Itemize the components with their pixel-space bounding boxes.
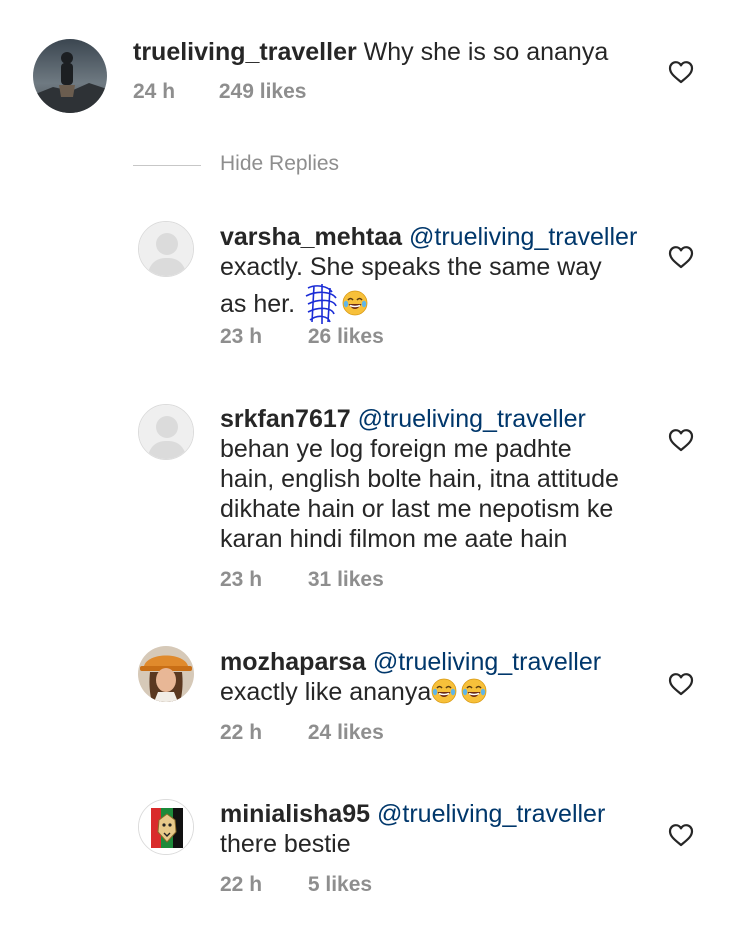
reply-likes[interactable]: 5 likes (308, 873, 372, 897)
divider (133, 165, 201, 166)
default-avatar-icon (139, 405, 193, 459)
avatar[interactable] (138, 221, 194, 277)
heart-outline-icon[interactable] (668, 672, 694, 696)
avatar[interactable] (138, 799, 194, 855)
reply-timestamp: 22 h (220, 873, 263, 896)
hide-replies-label[interactable]: Hide Replies (220, 152, 339, 176)
face-with-tears-of-joy-icon (431, 678, 457, 704)
reply-text-line: karan hindi filmon me aate hain (220, 525, 568, 553)
face-with-tears-of-joy-icon (461, 678, 487, 704)
heart-outline-icon[interactable] (668, 428, 694, 452)
reply-likes[interactable]: 24 likes (308, 721, 384, 745)
lion-logo-icon (139, 800, 193, 854)
reply-timestamp: 22 h (220, 721, 263, 744)
comment-text: Why she is so ananya (363, 38, 609, 66)
heart-outline-icon[interactable] (668, 245, 694, 269)
avatar[interactable] (138, 646, 194, 702)
reply-likes[interactable]: 31 likes (308, 568, 384, 592)
reply-text: there bestie (220, 830, 351, 858)
reply-timestamp: 23 h (220, 568, 263, 591)
comment-timestamp: 24 h (133, 80, 176, 103)
reply-text-line: exactly. She speaks the same way (220, 253, 602, 281)
reply-text-line: hain, english bolte hain, itna attitude (220, 465, 619, 493)
reply-text: exactly like ananya (220, 678, 432, 706)
reply-username[interactable]: varsha_mehtaa (220, 223, 402, 251)
avatar[interactable] (33, 39, 107, 113)
heart-outline-icon[interactable] (668, 823, 694, 847)
reply-text-line: as her. (220, 290, 296, 318)
comment-likes[interactable]: 249 likes (219, 80, 307, 104)
reply-username[interactable]: srkfan7617 (220, 405, 351, 433)
reply-username[interactable]: minialisha95 (220, 800, 370, 828)
avatar[interactable] (138, 404, 194, 460)
reply-mention[interactable]: @trueliving_traveller (373, 648, 601, 676)
reply-mention[interactable]: @trueliving_traveller (409, 223, 637, 251)
reply-mention[interactable]: @trueliving_traveller (377, 800, 605, 828)
reply-username[interactable]: mozhaparsa (220, 648, 366, 676)
blue-scribble-redaction (305, 284, 337, 324)
reply-mention[interactable]: @trueliving_traveller (358, 405, 586, 433)
reply-timestamp: 23 h (220, 325, 263, 348)
default-avatar-icon (139, 222, 193, 276)
comment-username[interactable]: trueliving_traveller (133, 38, 357, 66)
face-with-tears-of-joy-icon (342, 290, 368, 316)
reply-text-line: behan ye log foreign me padhte (220, 435, 572, 463)
heart-outline-icon[interactable] (668, 60, 694, 84)
reply-text-line: dikhate hain or last me nepotism ke (220, 495, 614, 523)
reply-likes[interactable]: 26 likes (308, 325, 384, 349)
